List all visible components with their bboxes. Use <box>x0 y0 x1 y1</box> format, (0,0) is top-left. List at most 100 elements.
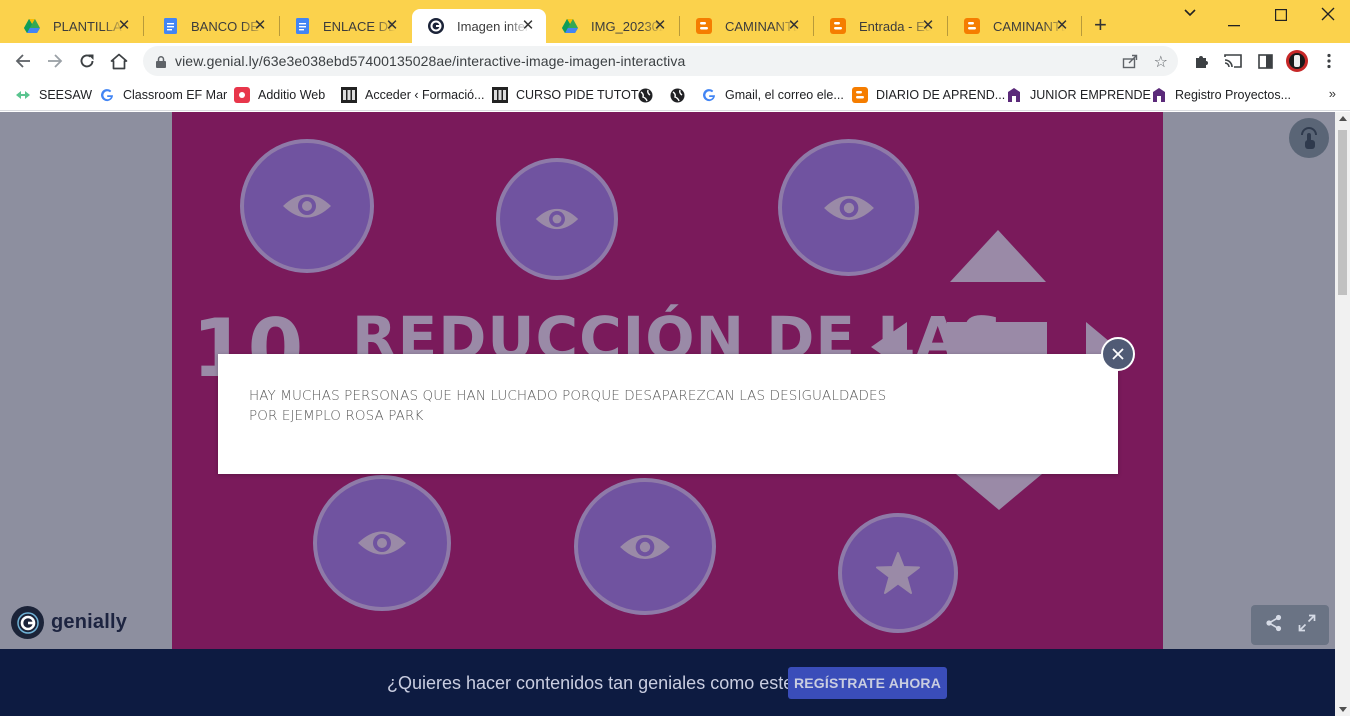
new-tab-button[interactable]: + <box>1094 14 1107 36</box>
address-bar[interactable]: view.genial.ly/63e3e038ebd57400135028ae/… <box>143 46 1178 76</box>
cast-icon[interactable] <box>1222 50 1244 72</box>
info-modal: HAY MUCHAS PERSONAS QUE HAN LUCHADO PORQ… <box>218 354 1118 474</box>
hotspot-eye-1[interactable] <box>240 139 374 273</box>
bookmark-label: Additio Web <box>258 88 326 102</box>
touch-icon <box>1301 127 1317 149</box>
scrollbar-thumb[interactable] <box>1338 130 1347 295</box>
close-tab-icon[interactable]: ✕ <box>920 18 936 34</box>
url-text[interactable]: view.genial.ly/63e3e038ebd57400135028ae/… <box>175 53 685 69</box>
reload-icon[interactable] <box>76 50 98 72</box>
tab-enlace[interactable]: ENLACE DE L ✕ <box>278 9 410 43</box>
close-tab-icon[interactable]: ✕ <box>116 18 132 34</box>
down-triangle-shape <box>956 474 1042 510</box>
eye-icon <box>823 195 874 220</box>
modal-text: HAY MUCHAS PERSONAS QUE HAN LUCHADO PORQ… <box>249 386 886 426</box>
genially-brand[interactable]: genially <box>11 606 127 639</box>
register-button[interactable]: REGÍSTRATE AHORA <box>788 667 947 699</box>
tab-banco[interactable]: BANCO DE R ✕ <box>146 9 278 43</box>
bookmark-globe-1[interactable] <box>637 85 661 105</box>
bookmark-seesaw[interactable]: SEESAW <box>15 85 92 105</box>
star-icon <box>876 552 920 594</box>
page-scrollbar[interactable] <box>1335 112 1350 716</box>
tab-title: Imagen inter <box>457 18 529 34</box>
blogger-icon <box>964 18 980 34</box>
tab-plantilla[interactable]: PLANTILLA D ✕ <box>8 9 142 43</box>
bookmark-classroom[interactable]: Classroom EF Mar <box>99 85 227 105</box>
eye-icon <box>535 208 579 230</box>
bookmark-gmail[interactable]: Gmail, el correo ele... <box>701 85 844 105</box>
browser-toolbar: view.genial.ly/63e3e038ebd57400135028ae/… <box>0 43 1350 79</box>
bookmark-star-icon[interactable]: ☆ <box>1154 52 1168 72</box>
blogger-icon <box>696 18 712 34</box>
site-icon <box>341 87 357 103</box>
bookmark-curso[interactable]: CURSO PIDE TUTOT <box>492 85 638 105</box>
hotspot-eye-2[interactable] <box>496 158 618 280</box>
close-tab-icon[interactable]: ✕ <box>252 18 268 34</box>
seesaw-icon <box>15 87 31 103</box>
bookmark-label: Acceder ‹ Formació... <box>365 88 485 102</box>
tab-title: PLANTILLA D <box>53 18 125 34</box>
lock-icon[interactable] <box>156 55 166 73</box>
forward-arrow-icon[interactable] <box>44 50 66 72</box>
modal-text-line-2: POR EJEMPLO ROSA PARK <box>249 408 424 424</box>
tab-imagen-interactiva[interactable]: Imagen inter ✕ <box>412 9 546 43</box>
bookmark-additio[interactable]: Additio Web <box>234 85 325 105</box>
hotspot-eye-3[interactable] <box>778 139 919 276</box>
banner-message: ¿Quieres hacer contenidos tan geniales c… <box>387 673 804 693</box>
globe-icon <box>669 87 685 103</box>
tab-search-icon[interactable] <box>1183 6 1197 25</box>
blogger-icon <box>830 18 846 34</box>
minimize-icon[interactable] <box>1228 14 1240 32</box>
bookmark-acceder[interactable]: Acceder ‹ Formació... <box>341 85 484 105</box>
google-drive-icon <box>24 18 40 34</box>
fullscreen-icon[interactable] <box>1298 614 1316 637</box>
close-tab-icon[interactable]: ✕ <box>520 18 536 34</box>
side-panel-icon[interactable] <box>1254 50 1276 72</box>
share-page-icon[interactable] <box>1122 53 1138 74</box>
back-arrow-icon[interactable] <box>12 50 34 72</box>
close-tab-icon[interactable]: ✕ <box>652 18 668 34</box>
maximize-icon[interactable] <box>1275 8 1288 26</box>
bookmark-label: CURSO PIDE TUTOT <box>516 88 639 102</box>
google-icon <box>99 87 115 103</box>
bookmarks-bar: SEESAW Classroom EF Mar Additio Web Acce… <box>0 79 1350 111</box>
genially-logo-icon <box>11 606 44 639</box>
tab-strip: PLANTILLA D ✕ BANCO DE R ✕ ENLACE DE L ✕… <box>0 0 1350 43</box>
scroll-down-icon[interactable] <box>1339 707 1347 712</box>
bookmark-registro[interactable]: Registro Proyectos... <box>1151 85 1291 105</box>
bookmark-junior[interactable]: JUNIOR EMPRENDE <box>1006 85 1151 105</box>
extensions-icon[interactable] <box>1190 50 1212 72</box>
triangle-shape <box>950 230 1046 282</box>
bookmark-globe-2[interactable] <box>669 85 693 105</box>
additio-icon <box>234 87 250 103</box>
hotspot-eye-5[interactable] <box>574 478 716 615</box>
profile-avatar[interactable] <box>1286 50 1308 72</box>
more-bookmarks-icon[interactable]: » <box>1329 86 1336 101</box>
junior-icon <box>1006 87 1022 103</box>
eye-icon <box>620 534 670 559</box>
close-tab-icon[interactable]: ✕ <box>786 18 802 34</box>
menu-kebab-icon[interactable] <box>1318 50 1340 72</box>
eye-icon <box>358 531 406 555</box>
blogger-icon <box>852 87 868 103</box>
touch-hint-button[interactable] <box>1289 118 1329 158</box>
tab-entrada[interactable]: Entrada - Edi ✕ <box>814 9 946 43</box>
bookmark-diario[interactable]: DIARIO DE APREND... <box>852 85 1005 105</box>
modal-close-button[interactable] <box>1101 337 1135 371</box>
signup-banner: ¿Quieres hacer contenidos tan geniales c… <box>0 649 1335 716</box>
close-tab-icon[interactable]: ✕ <box>384 18 400 34</box>
tab-caminante-2[interactable]: CAMINANTE ✕ <box>948 9 1080 43</box>
scroll-up-icon[interactable] <box>1339 116 1347 121</box>
close-window-icon[interactable] <box>1321 7 1335 26</box>
bookmark-label: Registro Proyectos... <box>1175 88 1292 102</box>
bookmark-label: SEESAW <box>39 88 93 102</box>
modal-text-line-1: HAY MUCHAS PERSONAS QUE HAN LUCHADO PORQ… <box>249 388 887 404</box>
hotspot-eye-4[interactable] <box>313 475 451 611</box>
hotspot-star[interactable] <box>838 513 958 633</box>
tab-img[interactable]: IMG_2023020 ✕ <box>546 9 678 43</box>
google-docs-icon <box>162 18 178 34</box>
close-tab-icon[interactable]: ✕ <box>1054 18 1070 34</box>
share-icon[interactable] <box>1265 614 1283 637</box>
tab-caminante-1[interactable]: CAMINANTE ✕ <box>680 9 812 43</box>
home-icon[interactable] <box>108 50 130 72</box>
